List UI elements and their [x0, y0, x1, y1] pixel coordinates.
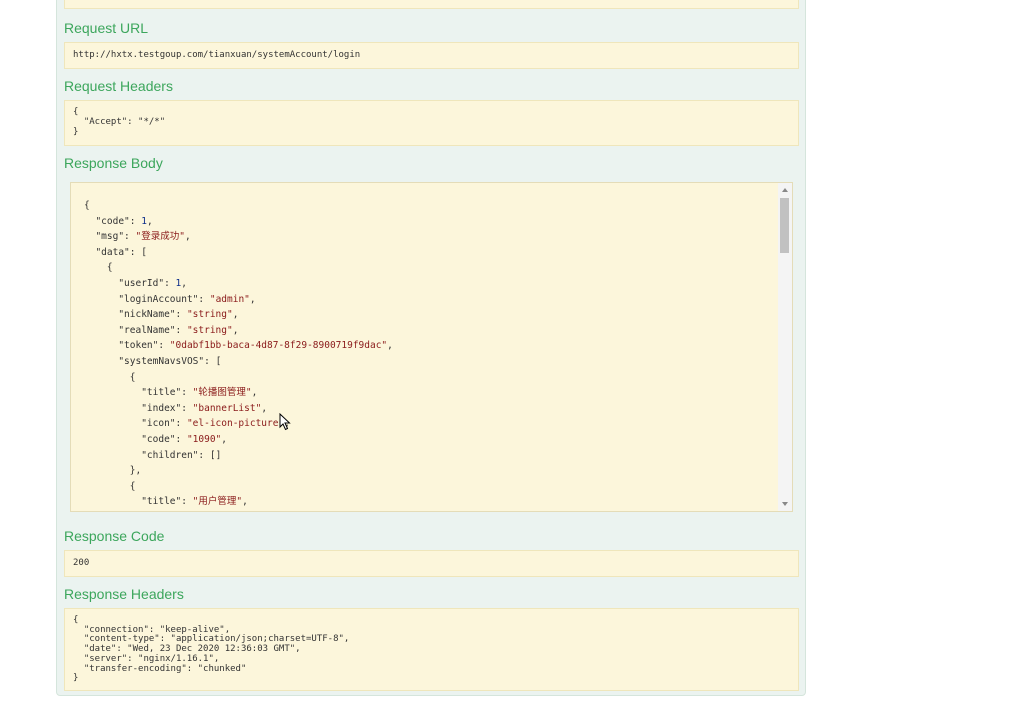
response-code-box[interactable]: 200 — [64, 550, 799, 577]
mouse-cursor-icon — [279, 413, 291, 431]
response-headers-value: { "connection": "keep-alive", "content-t… — [73, 615, 350, 684]
scroll-down-arrow-icon[interactable] — [782, 502, 788, 506]
response-body-line: { — [84, 262, 113, 274]
scroll-thumb[interactable] — [780, 198, 789, 253]
request-headers-value: { "Accept": "*/*" } — [73, 107, 166, 137]
response-headers-box[interactable]: { "connection": "keep-alive", "content-t… — [64, 608, 799, 691]
request-headers-box[interactable]: { "Accept": "*/*" } — [64, 100, 799, 146]
response-code-value: 200 — [73, 558, 90, 568]
response-body-line: "loginAccount": "admin", — [84, 293, 256, 305]
response-body-line: "userId": 1, — [84, 277, 187, 289]
request-url-value: http://hxtx.testgoup.com/tianxuan/system… — [73, 50, 361, 60]
response-code-title: Response Code — [64, 528, 165, 544]
response-body-scrollbar[interactable] — [778, 183, 792, 511]
response-body-line: { — [84, 200, 90, 211]
response-body-line: "nickName": "string", — [84, 309, 239, 321]
response-body-line: "systemNavsVOS": [ — [84, 355, 222, 367]
response-body-line: "realName": "string", — [84, 324, 239, 336]
response-body-container: { "code": 1, "msg": "登录成功", "data": [ { … — [64, 182, 799, 514]
response-body-line: "children": [] — [84, 449, 222, 461]
response-headers-title: Response Headers — [64, 586, 184, 602]
response-body-line: "code": "1090", — [84, 433, 228, 445]
scroll-up-arrow-icon[interactable] — [782, 188, 788, 192]
response-body-line: }, — [84, 465, 142, 477]
previous-code-block — [64, 0, 799, 9]
request-url-box[interactable]: http://hxtx.testgoup.com/tianxuan/system… — [64, 42, 799, 69]
response-body-line: { — [84, 480, 136, 492]
response-body-line: "data": [ — [84, 246, 147, 258]
response-body-box[interactable]: { "code": 1, "msg": "登录成功", "data": [ { … — [70, 182, 793, 512]
response-body-line: "msg": "登录成功", — [84, 231, 191, 243]
response-body-line: "title": "轮播图管理", — [84, 387, 258, 399]
response-body-json: { "code": 1, "msg": "登录成功", "data": [ { … — [84, 198, 393, 510]
request-url-title: Request URL — [64, 20, 149, 36]
response-body-line: "code": 1, — [84, 215, 153, 227]
response-body-line: { — [84, 371, 136, 383]
response-body-line: "token": "0dabf1bb-baca-4d87-8f29-890071… — [84, 340, 393, 352]
request-headers-title: Request Headers — [64, 78, 173, 94]
api-response-panel: Request URL http://hxtx.testgoup.com/tia… — [56, 0, 806, 696]
response-body-title: Response Body — [64, 155, 163, 171]
response-body-line: "index": "bannerList", — [84, 402, 268, 414]
response-body-line: "icon": "el-icon-picture", — [84, 418, 290, 430]
response-body-line: "title": "用户管理", — [84, 496, 248, 508]
